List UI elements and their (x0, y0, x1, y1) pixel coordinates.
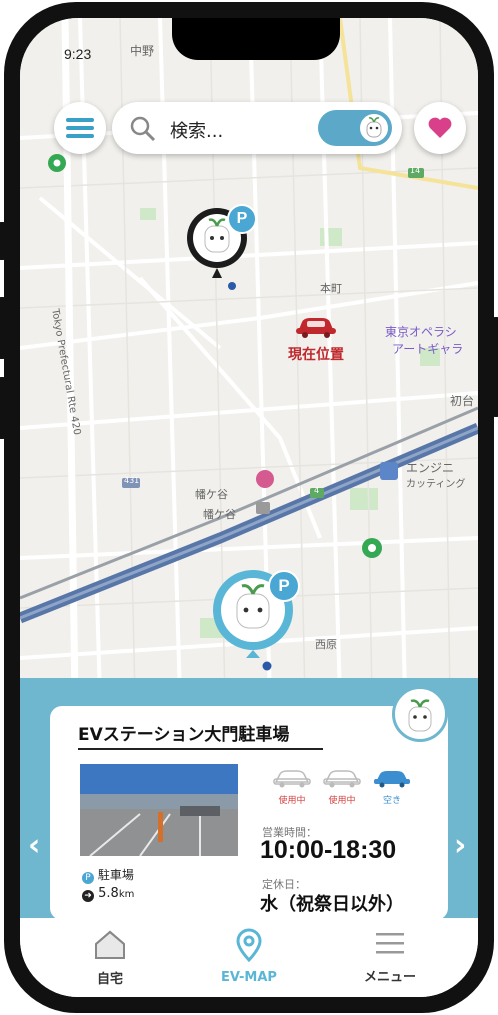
tab-home-label: 自宅 (96, 972, 123, 987)
parking-icon: P (82, 872, 94, 884)
car-icon (296, 318, 336, 338)
charger-slot-1: 使用中 (270, 768, 314, 806)
route-shield-4: 4 (314, 486, 320, 495)
title-underline (78, 748, 323, 750)
charger-status-label: 使用中 (278, 796, 306, 806)
bear-mascot-icon (358, 112, 390, 144)
hamburger-icon (66, 118, 94, 138)
heart-icon (428, 117, 452, 138)
bottom-tab-bar: 自宅 EV-MAP メニュー (20, 918, 478, 997)
map-top-bar: 検索... (42, 98, 466, 158)
phone-frame: 9:23 中野 Tokyo Prefectural Rte 420 本町 東京オ… (0, 2, 498, 1013)
car-available-icon (374, 771, 410, 788)
station-title: EVステーション大門駐車場 (78, 725, 290, 745)
station-photo (80, 764, 238, 856)
station-type-label: 駐車場 (97, 868, 134, 882)
status-time: 9:23 (64, 46, 92, 62)
route-shield-14: 14 (410, 166, 421, 175)
tab-home[interactable]: 自宅 (60, 928, 160, 987)
tab-menu[interactable]: メニュー (340, 928, 440, 985)
map-label-nakano: 中野 (130, 44, 155, 58)
station-type: P 駐車場 (82, 866, 134, 884)
power-button (493, 317, 498, 417)
station-card[interactable]: EVステーション大門駐車場 P 駐車場 ➜ 5.8km 使用中 使用中 空き 営… (50, 686, 448, 920)
volume-down-button (0, 377, 5, 439)
car-outline-icon (323, 770, 361, 788)
parking-badge: P (227, 204, 257, 234)
bear-avatar (392, 686, 448, 742)
map-label-art: アートギャラ (392, 342, 464, 356)
charger-status-label: 空き (382, 796, 401, 806)
search-input[interactable]: 検索... (170, 117, 223, 143)
screen: 9:23 中野 Tokyo Prefectural Rte 420 本町 東京オ… (20, 18, 478, 997)
tab-ev-map[interactable]: EV-MAP (199, 928, 299, 985)
station-pin-1[interactable]: P (185, 198, 257, 298)
side-button (0, 222, 5, 260)
station-pin-2[interactable]: P (210, 558, 305, 683)
search-bar[interactable]: 検索... (112, 102, 402, 154)
station-filter-toggle[interactable] (318, 110, 392, 146)
car-outline-icon (273, 770, 311, 788)
map-label-opera: 東京オペラシ (385, 325, 457, 339)
station-distance: ➜ 5.8km (82, 886, 134, 902)
menu-button[interactable] (54, 102, 106, 154)
current-location-label: 現在位置 (288, 347, 344, 363)
route-shield-431: 431 (124, 476, 140, 485)
tab-ev-map-label: EV-MAP (221, 970, 277, 985)
menu-lines-icon (376, 933, 404, 954)
closed-day-value: 水（祝祭日以外） (260, 894, 404, 915)
charger-status-row: 使用中 使用中 空き (270, 768, 430, 818)
parking-badge: P (268, 570, 300, 602)
map-label-engine: エンジニ (406, 461, 455, 475)
charger-status-label: 使用中 (328, 796, 356, 806)
distance-unit: km (118, 889, 135, 900)
map-label-hatsudai: 初台 (450, 394, 475, 408)
distance-value: 5.8 (98, 886, 119, 901)
previous-station-button[interactable]: ‹ (28, 828, 40, 863)
charger-slot-3: 空き (370, 768, 414, 806)
current-location-marker[interactable]: 現在位置 (288, 316, 344, 364)
station-info-panel: EVステーション大門駐車場 P 駐車場 ➜ 5.8km 使用中 使用中 空き 営… (20, 678, 478, 920)
search-icon (130, 116, 156, 142)
volume-up-button (0, 297, 5, 359)
charger-slot-2: 使用中 (320, 768, 364, 806)
tab-menu-label: メニュー (363, 970, 416, 985)
map-label-honmachi: 本町 (320, 282, 342, 295)
favorites-button[interactable] (414, 102, 466, 154)
map-label-hatagaya: 幡ケ谷 (195, 488, 228, 501)
home-icon (95, 930, 125, 959)
map-label-nishihara: 西原 (315, 638, 337, 651)
next-station-button[interactable]: › (454, 828, 466, 863)
hours-value: 10:00-18:30 (260, 836, 397, 864)
map-pin-icon (236, 928, 262, 963)
map-label-cutting: カッティング (406, 479, 466, 490)
direction-arrow-icon: ➜ (82, 890, 94, 902)
map-label-hatagaya-station: 幡ケ谷 (203, 508, 236, 521)
notch (172, 18, 340, 60)
